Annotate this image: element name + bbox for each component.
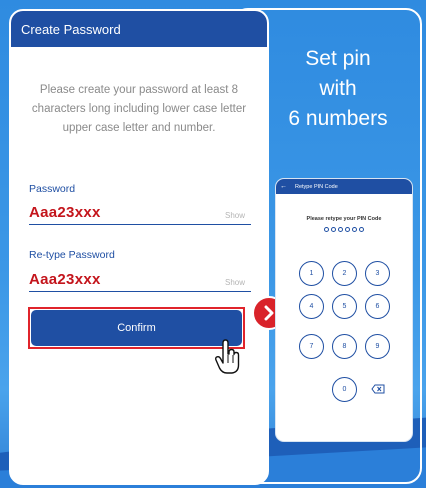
password-input[interactable]: Aaa23xxx (29, 204, 101, 221)
pin-dots (276, 227, 412, 232)
confirm-button[interactable]: Confirm (31, 310, 242, 346)
screen-header: Create Password (11, 11, 267, 47)
key-3[interactable]: 3 (365, 261, 390, 286)
key-8[interactable]: 8 (332, 334, 357, 359)
key-6[interactable]: 6 (365, 294, 390, 319)
hand-pointer-icon (214, 339, 242, 380)
pin-dot (359, 227, 364, 232)
pin-dot (338, 227, 343, 232)
pin-prompt: Please retype your PIN Code (306, 216, 382, 222)
create-password-screen: Create Password Please create your passw… (9, 9, 269, 485)
pin-dot (331, 227, 336, 232)
password-underline (29, 224, 251, 225)
key-9[interactable]: 9 (365, 334, 390, 359)
retype-password-underline (29, 291, 251, 292)
key-1[interactable]: 1 (299, 261, 324, 286)
key-2[interactable]: 2 (332, 261, 357, 286)
retype-password-show-toggle[interactable]: Show (225, 278, 245, 287)
password-label: Password (29, 183, 76, 195)
caption-line-3: 6 numbers (288, 107, 388, 130)
set-pin-caption: Set pin with 6 numbers (250, 44, 426, 134)
header-title: Create Password (21, 21, 121, 37)
retype-password-label: Re-type Password (29, 249, 115, 261)
key-7[interactable]: 7 (299, 334, 324, 359)
pin-dot (352, 227, 357, 232)
pin-dot (345, 227, 350, 232)
pin-screen-header: ← Retype PIN Code (276, 179, 412, 194)
caption-line-2: with (319, 77, 357, 100)
password-show-toggle[interactable]: Show (225, 211, 245, 220)
retype-pin-screen: ← Retype PIN Code Please retype your PIN… (276, 179, 412, 441)
key-0[interactable]: 0 (332, 377, 357, 402)
retype-password-input[interactable]: Aaa23xxx (29, 271, 101, 288)
password-instructions: Please create your password at least 8 c… (31, 84, 247, 134)
key-5[interactable]: 5 (332, 294, 357, 319)
key-4[interactable]: 4 (299, 294, 324, 319)
backspace-icon[interactable] (370, 381, 386, 397)
caption-line-1: Set pin (305, 47, 371, 70)
pin-header-title: Retype PIN Code (295, 183, 338, 190)
back-arrow-icon[interactable]: ← (280, 183, 287, 190)
pin-dot (324, 227, 329, 232)
